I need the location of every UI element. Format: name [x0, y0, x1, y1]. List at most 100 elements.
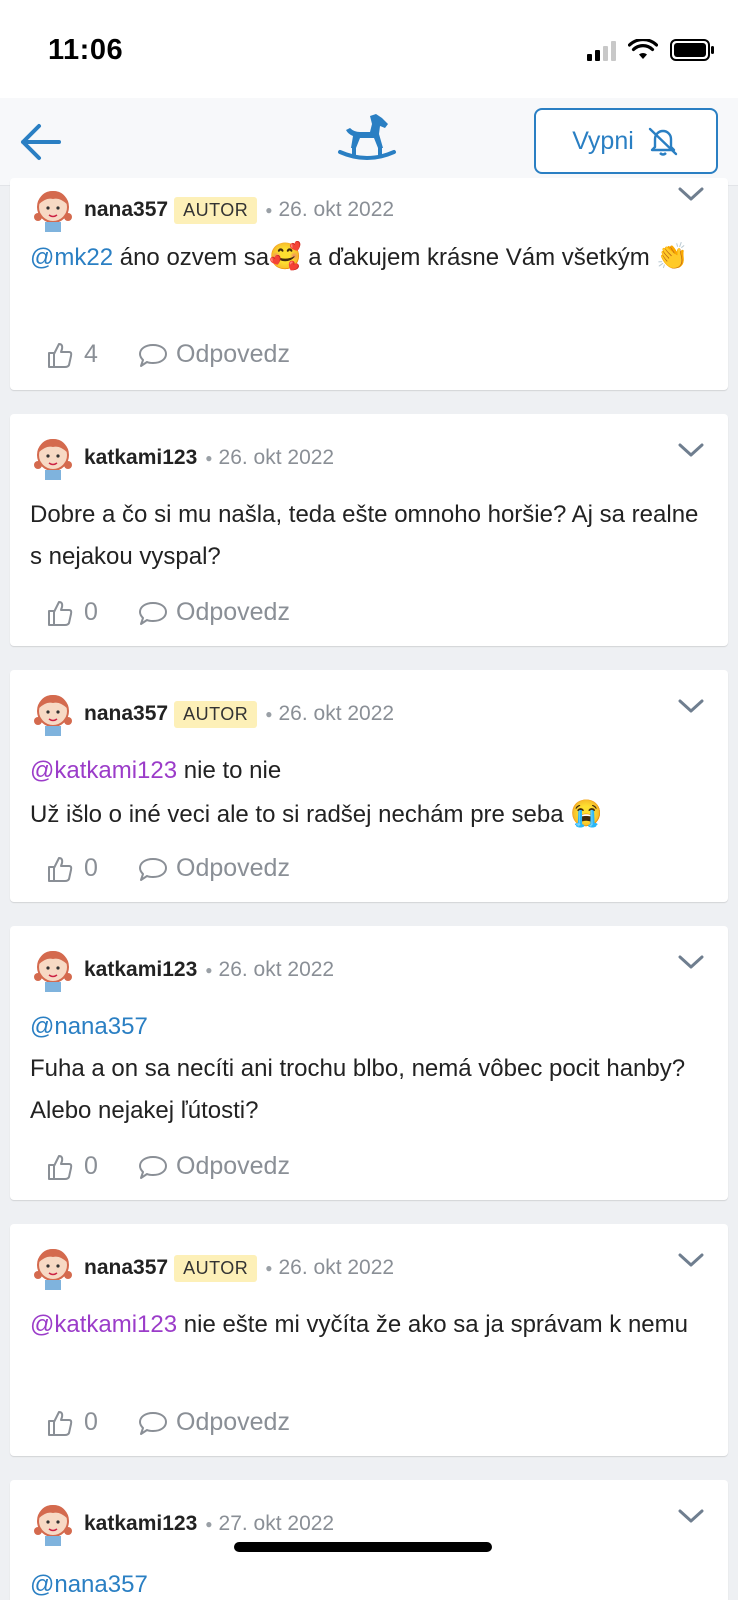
username[interactable]: nana357 [84, 1256, 168, 1280]
comment-card: katkami123 ● 26. okt 2022 Dobre a čo si m… [10, 414, 728, 646]
comment-date: ● 26. okt 2022 [205, 958, 335, 981]
battery-icon [670, 39, 714, 61]
comment-header: katkami123 ● 27. okt 2022 [30, 1500, 334, 1548]
reply-label: Odpovedz [176, 854, 290, 882]
speech-bubble-icon [139, 857, 167, 881]
speech-bubble-icon [139, 601, 167, 625]
comment-header: nana357 AUTOR ● 26. okt 2022 [30, 690, 394, 738]
avatar[interactable] [30, 435, 76, 481]
thumbs-up-icon [48, 856, 73, 882]
status-bar: 11:06 [0, 0, 738, 98]
mention-link[interactable]: @nana357 [30, 1013, 148, 1040]
comment-text: @nana357 Fuha a on sa necíti ani trochu b… [30, 1013, 686, 1124]
avatar[interactable] [30, 187, 76, 233]
like-count: 0 [84, 854, 98, 882]
thumbs-up-icon [48, 600, 73, 626]
author-badge: AUTOR [174, 196, 258, 224]
nav-bar: Vypni [0, 98, 738, 186]
username[interactable]: katkami123 [84, 446, 197, 470]
comment-actions: 0 Odpovedz [46, 854, 290, 883]
comment-actions: 0 Odpovedz [46, 1408, 290, 1437]
reply-button[interactable]: Odpovedz [138, 340, 290, 369]
reply-button[interactable]: Odpovedz [138, 1152, 290, 1181]
comment-card: nana357 AUTOR ● 26. okt 2022 @katkami123 … [10, 670, 728, 902]
reply-button[interactable]: Odpovedz [138, 854, 290, 883]
comment-header: nana357 AUTOR ● 26. okt 2022 [30, 1244, 394, 1292]
mention-link[interactable]: @katkami123 [30, 1311, 177, 1338]
reply-label: Odpovedz [176, 598, 290, 626]
mention-link[interactable]: @nana357 [30, 1571, 148, 1598]
avatar[interactable] [30, 691, 76, 737]
comment-header: nana357 AUTOR ● 26. okt 2022 [30, 186, 394, 234]
comment-actions: 0 Odpovedz [46, 1152, 290, 1181]
like-count: 4 [84, 340, 98, 368]
avatar[interactable] [30, 1501, 76, 1547]
comment-actions: 4 Odpovedz [46, 340, 290, 369]
chevron-down-icon[interactable] [678, 698, 704, 714]
comment-header: katkami123 ● 26. okt 2022 [30, 946, 334, 994]
like-button[interactable]: 0 [46, 1408, 138, 1437]
comment-date: ● 26. okt 2022 [265, 198, 395, 221]
thumbs-up-icon [48, 1410, 73, 1436]
author-badge: AUTOR [174, 700, 258, 728]
like-button[interactable]: 0 [46, 854, 138, 883]
comment-text: @katkami123 nie ešte mi vyčíta že ako sa… [30, 1311, 688, 1338]
speech-bubble-icon [139, 1411, 167, 1435]
like-count: 0 [84, 598, 98, 626]
username[interactable]: nana357 [84, 702, 168, 726]
speech-bubble-icon [139, 343, 167, 367]
avatar[interactable] [30, 947, 76, 993]
reply-button[interactable]: Odpovedz [138, 598, 290, 627]
like-button[interactable]: 4 [46, 340, 138, 369]
speech-bubble-icon [139, 1155, 167, 1179]
reply-label: Odpovedz [176, 1152, 290, 1180]
comment-card: nana357 AUTOR ● 26. okt 2022 @katkami123 … [10, 1224, 728, 1456]
comment-card: katkami123 ● 26. okt 2022 @nana357 Fuha a … [10, 926, 728, 1200]
reply-label: Odpovedz [176, 340, 290, 368]
chevron-down-icon[interactable] [678, 1508, 704, 1524]
like-count: 0 [84, 1152, 98, 1180]
comment-header: katkami123 ● 26. okt 2022 [30, 434, 334, 482]
status-time: 11:06 [48, 34, 124, 66]
cellular-signal-icon [587, 39, 616, 61]
comment-text: @nana357 [30, 1564, 708, 1600]
comment-card: nana357 AUTOR ● 26. okt 2022 @mk22 áno oz… [10, 178, 728, 390]
like-button[interactable]: 0 [46, 598, 138, 627]
thumbs-up-icon [48, 342, 73, 368]
avatar[interactable] [30, 1245, 76, 1291]
chevron-down-icon[interactable] [678, 1252, 704, 1268]
username[interactable]: katkami123 [84, 958, 197, 982]
like-count: 0 [84, 1408, 98, 1436]
comment-card: katkami123 ● 27. okt 2022 @nana357 [10, 1480, 728, 1600]
comment-date: ● 27. okt 2022 [205, 1512, 335, 1535]
status-icons [587, 38, 716, 62]
bell-off-icon [648, 127, 677, 156]
reply-label: Odpovedz [176, 1408, 290, 1436]
rocking-horse-logo[interactable] [336, 110, 398, 173]
home-indicator[interactable] [234, 1542, 492, 1552]
mute-notifications-button[interactable]: Vypni [534, 108, 718, 174]
chevron-down-icon[interactable] [678, 442, 704, 458]
author-badge: AUTOR [174, 1254, 258, 1282]
thumbs-up-icon [48, 1154, 73, 1180]
username[interactable]: nana357 [84, 198, 168, 222]
mention-link[interactable]: @mk22 [30, 244, 113, 271]
comment-text: Dobre a čo si mu našla, teda ešte omnoho… [30, 501, 699, 570]
wifi-icon [628, 39, 658, 59]
arrow-left-icon [21, 124, 61, 160]
comment-date: ● 26. okt 2022 [265, 1256, 395, 1279]
chevron-down-icon[interactable] [678, 186, 704, 202]
comment-date: ● 26. okt 2022 [205, 446, 335, 469]
chevron-down-icon[interactable] [678, 954, 704, 970]
comment-text: @mk22 áno ozvem sa🥰 a ďakujem krásne Vám… [30, 241, 689, 271]
back-button[interactable] [14, 116, 66, 168]
comment-text: @katkami123 nie to nie Už išlo o iné veci… [30, 757, 603, 828]
comment-actions: 0 Odpovedz [46, 598, 290, 627]
reply-button[interactable]: Odpovedz [138, 1408, 290, 1437]
mute-label: Vypni [572, 126, 634, 155]
mention-link[interactable]: @katkami123 [30, 757, 177, 784]
username[interactable]: katkami123 [84, 1512, 197, 1536]
rocking-horse-icon [338, 114, 396, 160]
like-button[interactable]: 0 [46, 1152, 138, 1181]
comment-date: ● 26. okt 2022 [265, 702, 395, 725]
